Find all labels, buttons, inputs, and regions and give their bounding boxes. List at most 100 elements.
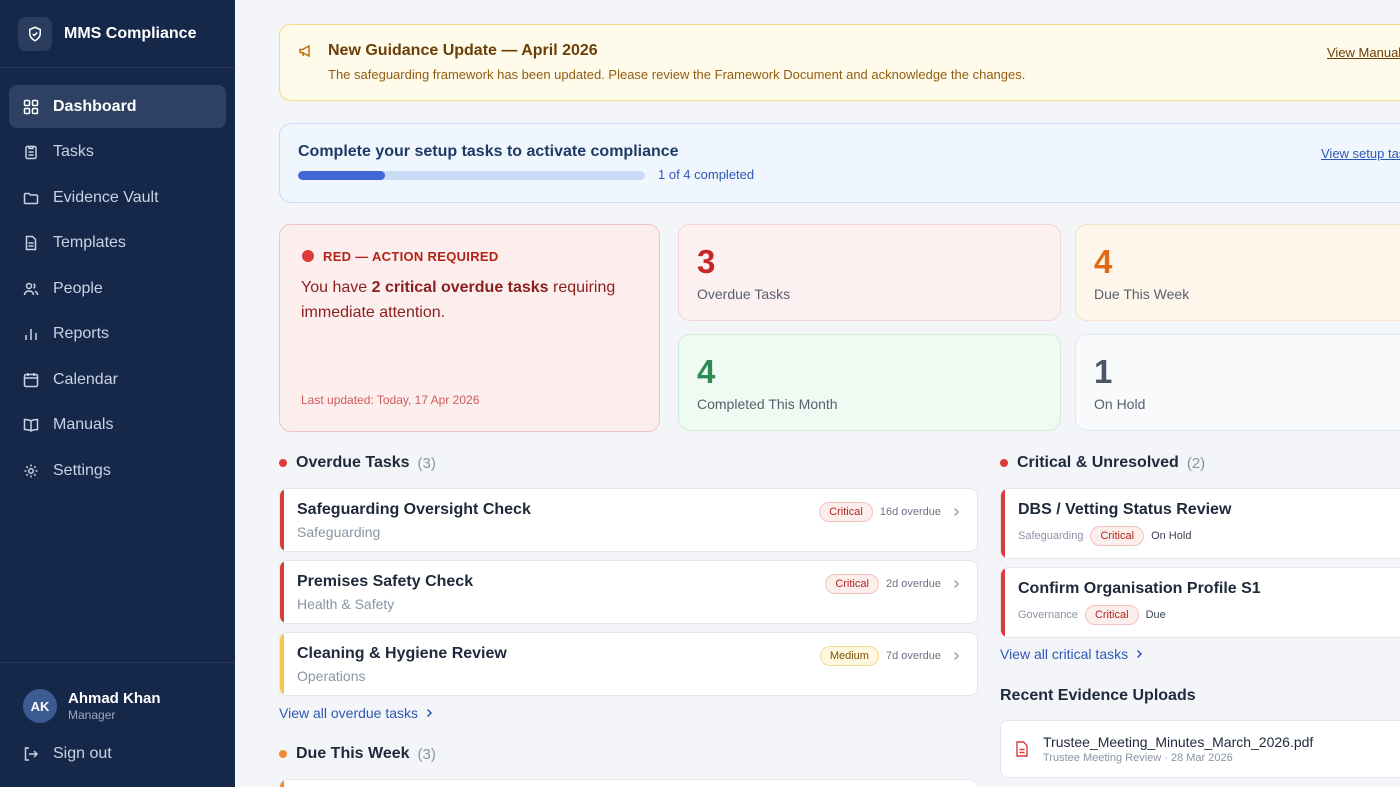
sidebar: MMS Compliance Dashboard Tasks Evidence … bbox=[0, 0, 235, 787]
setup-card: Complete your setup tasks to activate co… bbox=[279, 123, 1400, 203]
section-title: Overdue Tasks bbox=[296, 454, 410, 471]
task-category: Safeguarding bbox=[297, 524, 381, 540]
status-dot bbox=[279, 750, 287, 758]
sidebar-item-tasks[interactable]: Tasks bbox=[9, 131, 226, 174]
status-text: On Hold bbox=[1151, 530, 1192, 542]
alert-heading: RED — ACTION REQUIRED bbox=[323, 249, 499, 264]
overdue-text: 16d overdue bbox=[879, 506, 941, 518]
task-row[interactable]: Cleaning & Hygiene Review Operations Med… bbox=[279, 632, 978, 696]
banner-title: New Guidance Update — April 2026 bbox=[328, 42, 598, 59]
stat-overdue-tasks[interactable]: 3 Overdue Tasks bbox=[678, 224, 1061, 321]
section-count: (3) bbox=[417, 454, 436, 472]
task-title: Cleaning & Hygiene Review bbox=[297, 645, 507, 662]
sidebar-item-label: Calendar bbox=[53, 370, 118, 388]
avatar: AK bbox=[23, 689, 57, 723]
chevron-right-icon bbox=[424, 708, 434, 718]
sidebar-item-reports[interactable]: Reports bbox=[9, 313, 226, 356]
priority-bar bbox=[280, 561, 284, 623]
priority-bar bbox=[280, 780, 284, 787]
priority-badge: Medium bbox=[819, 646, 879, 666]
stat-label: Overdue Tasks bbox=[697, 286, 791, 302]
task-row[interactable] bbox=[279, 779, 978, 787]
document-icon bbox=[23, 235, 39, 251]
upload-item[interactable]: Trustee_Meeting_Minutes_March_2026.pdf T… bbox=[1000, 720, 1400, 778]
user-profile[interactable]: AK Ahmad Khan Manager bbox=[23, 689, 161, 723]
stat-completed-this-month[interactable]: 4 Completed This Month bbox=[678, 334, 1061, 431]
overdue-text: 7d overdue bbox=[885, 650, 941, 662]
brand: MMS Compliance bbox=[0, 0, 235, 68]
stat-value: 1 bbox=[1094, 353, 1113, 390]
sidebar-item-settings[interactable]: Settings bbox=[9, 449, 226, 492]
overdue-text: 2d overdue bbox=[885, 578, 941, 590]
priority-badge: Critical bbox=[1084, 605, 1139, 625]
stat-value: 4 bbox=[697, 353, 716, 390]
shield-icon bbox=[18, 16, 52, 51]
critical-title: DBS / Vetting Status Review bbox=[1018, 501, 1232, 518]
sidebar-item-label: Dashboard bbox=[53, 97, 137, 115]
critical-item[interactable]: Confirm Organisation Profile S1 Governan… bbox=[1000, 567, 1400, 638]
sidebar-item-label: Settings bbox=[53, 461, 111, 479]
setup-progress-fill bbox=[298, 171, 385, 180]
stat-label: Due This Week bbox=[1094, 286, 1190, 302]
setup-progress-bar bbox=[298, 171, 645, 180]
view-manual-link[interactable]: View Manual bbox=[1327, 45, 1400, 60]
chevron-right-icon bbox=[951, 579, 961, 589]
guidance-banner: New Guidance Update — April 2026 The saf… bbox=[279, 24, 1400, 101]
sign-out-button[interactable]: Sign out bbox=[23, 745, 112, 763]
priority-bar bbox=[1001, 568, 1005, 637]
sidebar-item-label: Reports bbox=[53, 325, 110, 342]
app-title: MMS Compliance bbox=[64, 24, 197, 42]
section-count: (3) bbox=[417, 745, 436, 763]
sidebar-item-templates[interactable]: Templates bbox=[9, 222, 226, 265]
stat-label: On Hold bbox=[1094, 396, 1146, 412]
status-dot bbox=[279, 459, 287, 467]
view-all-critical-link[interactable]: View all critical tasks bbox=[1000, 646, 1144, 662]
chevron-right-icon bbox=[951, 651, 961, 661]
sidebar-item-dashboard[interactable]: Dashboard bbox=[9, 85, 226, 128]
bar-chart-icon bbox=[23, 326, 39, 342]
status-dot bbox=[1000, 459, 1008, 467]
sidebar-item-people[interactable]: People bbox=[9, 267, 226, 310]
critical-category: Safeguarding bbox=[1018, 530, 1084, 542]
sidebar-item-manuals[interactable]: Manuals bbox=[9, 404, 226, 447]
task-category: Health & Safety bbox=[297, 596, 395, 612]
alert-body-bold: 2 critical overdue tasks bbox=[371, 279, 549, 296]
sidebar-footer: AK Ahmad Khan Manager Sign out bbox=[0, 662, 235, 787]
chevron-right-icon bbox=[951, 507, 961, 517]
stat-on-hold[interactable]: 1 On Hold bbox=[1075, 334, 1400, 431]
priority-bar bbox=[280, 489, 284, 551]
alert-updated: Last updated: Today, 17 Apr 2026 bbox=[301, 393, 480, 407]
folder-icon bbox=[23, 190, 39, 206]
task-title: Premises Safety Check bbox=[297, 573, 474, 590]
status-dot bbox=[302, 250, 314, 262]
user-role: Manager bbox=[68, 708, 116, 722]
sidebar-item-calendar[interactable]: Calendar bbox=[9, 358, 226, 401]
view-setup-tasks-link[interactable]: View setup tasks bbox=[1321, 146, 1400, 161]
logout-icon bbox=[23, 746, 39, 762]
compliance-alert-card: RED — ACTION REQUIRED You have 2 critica… bbox=[279, 224, 660, 432]
priority-badge: Critical bbox=[819, 502, 873, 522]
task-row[interactable]: Safeguarding Oversight Check Safeguardin… bbox=[279, 488, 978, 552]
sidebar-item-evidence-vault[interactable]: Evidence Vault bbox=[9, 176, 226, 219]
upload-meta: Trustee Meeting Review · 28 Mar 2026 bbox=[1043, 752, 1233, 764]
people-icon bbox=[23, 281, 39, 297]
view-all-overdue-link[interactable]: View all overdue tasks bbox=[279, 705, 434, 721]
task-title: Safeguarding Oversight Check bbox=[297, 501, 531, 518]
pdf-file-icon bbox=[1015, 741, 1029, 762]
section-count: (2) bbox=[1186, 454, 1206, 472]
link-label: View all overdue tasks bbox=[279, 705, 419, 721]
task-row[interactable]: Premises Safety Check Health & Safety Cr… bbox=[279, 560, 978, 624]
clipboard-icon bbox=[23, 144, 39, 160]
critical-item[interactable]: DBS / Vetting Status Review Safeguarding… bbox=[1000, 488, 1400, 559]
sidebar-item-label: Manuals bbox=[53, 416, 114, 433]
grid-icon bbox=[23, 99, 39, 115]
book-icon bbox=[23, 417, 39, 433]
uploads-title: Recent Evidence Uploads bbox=[1000, 687, 1196, 704]
critical-section-heading: Critical & Unresolved (2) bbox=[1000, 454, 1205, 472]
stat-due-this-week[interactable]: 4 Due This Week bbox=[1075, 224, 1400, 321]
sidebar-item-label: Templates bbox=[53, 234, 126, 251]
sign-out-label: Sign out bbox=[53, 745, 112, 762]
priority-bar bbox=[280, 633, 284, 695]
megaphone-icon bbox=[298, 43, 314, 64]
status-text: Due bbox=[1145, 609, 1166, 621]
